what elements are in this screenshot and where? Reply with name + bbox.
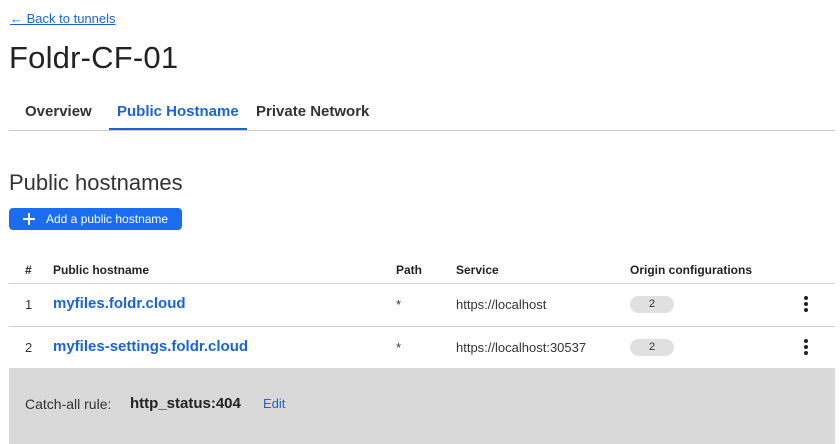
row-index: 2 [25,340,33,355]
add-public-hostname-label: Add a public hostname [46,212,169,226]
origin-configurations-badge: 2 [630,339,674,356]
row-path: * [396,340,402,355]
back-to-tunnels-link[interactable]: ← Back to tunnels [10,11,116,26]
more-vertical-icon[interactable] [799,338,813,356]
tab-overview[interactable]: Overview [25,103,92,130]
hostname-link[interactable]: myfiles-settings.foldr.cloud [53,338,248,355]
catch-all-value: http_status:404 [130,395,241,412]
table-row: 1 myfiles.foldr.cloud * https://localhos… [9,284,835,327]
tab-public-hostname[interactable]: Public Hostname [109,103,247,130]
edit-catch-all-link[interactable]: Edit [263,396,285,411]
page-title: Foldr-CF-01 [9,40,179,75]
column-header-index: # [25,263,32,277]
column-header-path: Path [396,263,423,277]
catch-all-label: Catch-all rule: [25,396,112,412]
column-header-service: Service [456,263,499,277]
tab-private-network[interactable]: Private Network [256,103,369,130]
table-header: # Public hostname Path Service Origin co… [9,256,835,284]
row-service: https://localhost:30537 [456,340,587,355]
column-header-origin-configurations: Origin configurations [630,263,752,277]
more-vertical-icon[interactable] [799,295,813,313]
tab-bar: Overview Public Hostname Private Network [9,99,835,131]
add-public-hostname-button[interactable]: Add a public hostname [9,208,182,230]
row-path: * [396,297,402,312]
row-service: https://localhost [456,297,547,312]
plus-icon [23,213,35,225]
section-title: Public hostnames [9,170,183,195]
hostname-link[interactable]: myfiles.foldr.cloud [53,295,186,312]
hostnames-table: # Public hostname Path Service Origin co… [9,256,835,370]
column-header-hostname: Public hostname [53,263,150,277]
row-index: 1 [25,297,33,312]
table-row: 2 myfiles-settings.foldr.cloud * https:/… [9,327,835,370]
origin-configurations-badge: 2 [630,296,674,313]
catch-all-rule-panel: Catch-all rule: http_status:404 Edit [9,368,835,444]
